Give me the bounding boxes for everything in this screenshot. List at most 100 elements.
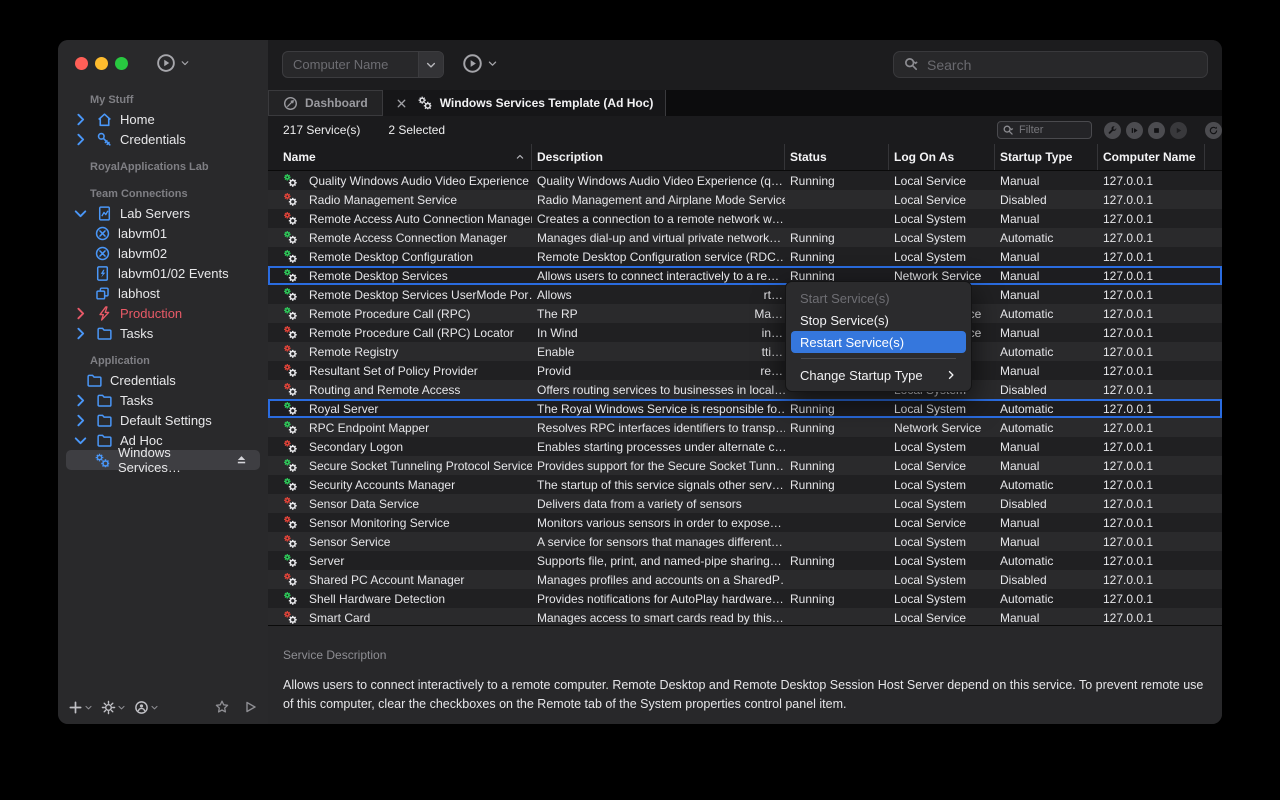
- table-row[interactable]: Remote Access Connection ManagerManages …: [268, 228, 1222, 247]
- sidebar-item-windows-services[interactable]: Windows Services…: [66, 450, 260, 470]
- sidebar-item-labvm02[interactable]: labvm02: [58, 243, 268, 263]
- account-button[interactable]: [134, 700, 159, 715]
- column-header-startup-type[interactable]: Startup Type: [995, 144, 1098, 170]
- column-header-log-on-as[interactable]: Log On As: [889, 144, 995, 170]
- chevron-right-icon[interactable]: [72, 392, 89, 409]
- cell-description-tail: in…: [762, 326, 783, 340]
- sidebar-item-production[interactable]: Production: [58, 303, 268, 323]
- menu-item-change-startup-type[interactable]: Change Startup Type: [791, 364, 966, 386]
- properties-button[interactable]: [1104, 122, 1121, 139]
- chevron-right-icon[interactable]: [72, 111, 89, 128]
- sidebar-item-default-settings[interactable]: Default Settings: [58, 410, 268, 430]
- table-row[interactable]: Shared PC Account ManagerManages profile…: [268, 570, 1222, 589]
- combo-dropdown-button[interactable]: [418, 52, 443, 77]
- table-row[interactable]: Secure Socket Tunneling Protocol Service…: [268, 456, 1222, 475]
- service-gear-icon: [283, 173, 298, 188]
- folder-icon: [96, 412, 113, 429]
- menu-item-stop-service-s[interactable]: Stop Service(s): [791, 309, 966, 331]
- tab-active-label: Windows Services Template (Ad Hoc): [440, 96, 654, 110]
- eject-icon[interactable]: [233, 453, 250, 467]
- service-gear-icon: [283, 477, 298, 492]
- column-header-name[interactable]: Name: [268, 144, 532, 170]
- cell-startup-type: Disabled: [995, 497, 1098, 511]
- table-row[interactable]: Radio Management ServiceRadio Management…: [268, 190, 1222, 209]
- sidebar-item-tasks[interactable]: Tasks: [58, 390, 268, 410]
- sidebar-item-credentials[interactable]: Credentials: [58, 370, 268, 390]
- bolt-icon: [96, 305, 113, 322]
- table-row[interactable]: Shell Hardware DetectionProvides notific…: [268, 589, 1222, 608]
- table-row[interactable]: Sensor Monitoring ServiceMonitors variou…: [268, 513, 1222, 532]
- sidebar-item-credentials[interactable]: Credentials: [58, 129, 268, 149]
- add-button[interactable]: [68, 700, 93, 715]
- cell-description: Monitors various sensors in order to exp…: [532, 516, 785, 530]
- column-header-status[interactable]: Status: [785, 144, 889, 170]
- chevron-right-icon[interactable]: [72, 305, 89, 322]
- table-row[interactable]: Remote RegistryEnabletti…Local ServiceAu…: [268, 342, 1222, 361]
- table-row[interactable]: Royal ServerThe Royal Windows Service is…: [268, 399, 1222, 418]
- service-gear-icon: [283, 211, 298, 226]
- filter-field[interactable]: Filter: [997, 121, 1092, 139]
- sidebar-item-lab-servers[interactable]: Lab Servers: [58, 203, 268, 223]
- cell-status: Running: [785, 231, 889, 245]
- table-row[interactable]: Sensor Data ServiceDelivers data from a …: [268, 494, 1222, 513]
- settings-button[interactable]: [101, 700, 126, 715]
- sidebar-item-labvm01[interactable]: labvm01: [58, 223, 268, 243]
- sidebar-item-labhost[interactable]: labhost: [58, 283, 268, 303]
- table-row[interactable]: Secondary LogonEnables starting processe…: [268, 437, 1222, 456]
- service-gear-icon: [283, 496, 298, 511]
- table-row[interactable]: Remote Access Auto Connection ManagerCre…: [268, 209, 1222, 228]
- connect-play-button[interactable]: [242, 699, 258, 715]
- gears-icon: [94, 452, 111, 469]
- search-field[interactable]: Search: [893, 51, 1208, 78]
- column-header-description[interactable]: Description: [532, 144, 785, 170]
- table-row[interactable]: Resultant Set of Policy ProviderProvidre…: [268, 361, 1222, 380]
- chevron-right-icon[interactable]: [72, 131, 89, 148]
- cell-startup-type: Manual: [995, 535, 1098, 549]
- chevron-down-icon[interactable]: [72, 205, 89, 222]
- table-row[interactable]: Remote Procedure Call (RPC) LocatorIn Wi…: [268, 323, 1222, 342]
- computer-name-combo[interactable]: Computer Name: [282, 51, 444, 78]
- table-row[interactable]: Remote Desktop Services UserMode Por…All…: [268, 285, 1222, 304]
- table-row[interactable]: RPC Endpoint MapperResolves RPC interfac…: [268, 418, 1222, 437]
- chevron-right-icon[interactable]: [72, 412, 89, 429]
- table-row[interactable]: Quality Windows Audio Video ExperienceQu…: [268, 171, 1222, 190]
- quick-connect-button[interactable]: [156, 53, 190, 73]
- cell-description: The RPMa…: [532, 307, 785, 321]
- table-row[interactable]: Security Accounts ManagerThe startup of …: [268, 475, 1222, 494]
- chevron-right-icon[interactable]: [72, 325, 89, 342]
- table-header: NameDescriptionStatusLog On AsStartup Ty…: [268, 144, 1222, 171]
- close-window-button[interactable]: [75, 57, 88, 70]
- table-row[interactable]: Sensor ServiceA service for sensors that…: [268, 532, 1222, 551]
- table-row[interactable]: Remote Desktop ServicesAllows users to c…: [268, 266, 1222, 285]
- menu-item-restart-service-s[interactable]: Restart Service(s): [791, 331, 966, 353]
- refresh-button[interactable]: [1205, 122, 1222, 139]
- table-row[interactable]: ServerSupports file, print, and named-pi…: [268, 551, 1222, 570]
- sidebar-item-home[interactable]: Home: [58, 109, 268, 129]
- restart-service-button[interactable]: [1126, 122, 1143, 139]
- table-row[interactable]: Routing and Remote AccessOffers routing …: [268, 380, 1222, 399]
- folder-icon: [86, 372, 103, 389]
- zoom-window-button[interactable]: [115, 57, 128, 70]
- sidebar-item-label: labhost: [118, 286, 160, 301]
- start-service-button[interactable]: [1170, 122, 1187, 139]
- table-row[interactable]: Remote Procedure Call (RPC)The RPMa…Runn…: [268, 304, 1222, 323]
- stats-bar: 217 Service(s) 2 Selected Filter: [268, 116, 1222, 144]
- cell-name: Routing and Remote Access: [304, 383, 532, 397]
- service-gear-icon: [283, 344, 298, 359]
- minimize-window-button[interactable]: [95, 57, 108, 70]
- run-template-button[interactable]: [462, 53, 498, 74]
- sidebar-item-tasks[interactable]: Tasks: [58, 323, 268, 343]
- chevron-down-icon[interactable]: [72, 432, 89, 449]
- sidebar-item-labvm01-02-events[interactable]: labvm01/02 Events: [58, 263, 268, 283]
- table-row[interactable]: Smart CardManages access to smart cards …: [268, 608, 1222, 625]
- cell-computer-name: 127.0.0.1: [1098, 326, 1205, 340]
- tab-windows-services-template[interactable]: Windows Services Template (Ad Hoc): [383, 90, 667, 116]
- favorite-star-button[interactable]: [214, 699, 230, 715]
- close-tab-icon[interactable]: [395, 97, 408, 110]
- tab-dashboard[interactable]: Dashboard: [268, 90, 383, 116]
- stop-service-button[interactable]: [1148, 122, 1165, 139]
- table-row[interactable]: Remote Desktop ConfigurationRemote Deskt…: [268, 247, 1222, 266]
- server-doc-icon: [96, 205, 113, 222]
- home-icon: [96, 111, 113, 128]
- column-header-computer-name[interactable]: Computer Name: [1098, 144, 1205, 170]
